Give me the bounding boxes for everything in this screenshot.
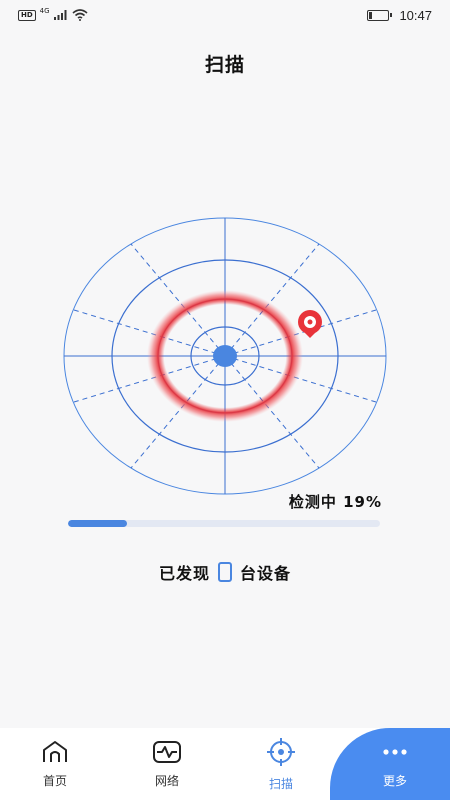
radar-scanner <box>63 217 387 495</box>
tab-home-label: 首页 <box>42 773 67 788</box>
scan-crosshair-icon <box>267 737 295 766</box>
more-dots-icon <box>383 748 407 755</box>
tab-more[interactable]: 更多 <box>350 728 440 800</box>
scan-progress-bar <box>68 520 380 527</box>
tab-network[interactable]: 网络 <box>122 728 212 800</box>
tab-network-label: 网络 <box>154 773 179 788</box>
radar-center-dot <box>213 345 237 367</box>
tab-more-label: 更多 <box>382 773 407 788</box>
device-marker-icon <box>298 310 322 338</box>
tab-scan[interactable]: 扫描 <box>236 728 326 800</box>
bottom-tab-bar: 首页 网络 扫描 更多 <box>0 728 450 800</box>
found-prefix: 已发现 <box>158 564 210 583</box>
found-suffix: 台设备 <box>240 564 292 583</box>
network-pulse-icon <box>153 740 181 763</box>
found-devices-row: 已发现 0 台设备 <box>0 560 450 584</box>
found-count-badge: 0 <box>218 562 232 582</box>
scan-progress-label: 检测中 19% <box>288 493 382 511</box>
scan-progress-fill <box>68 520 128 527</box>
tab-scan-label: 扫描 <box>268 776 293 791</box>
tab-home[interactable]: 首页 <box>10 728 100 800</box>
home-icon <box>43 740 67 762</box>
